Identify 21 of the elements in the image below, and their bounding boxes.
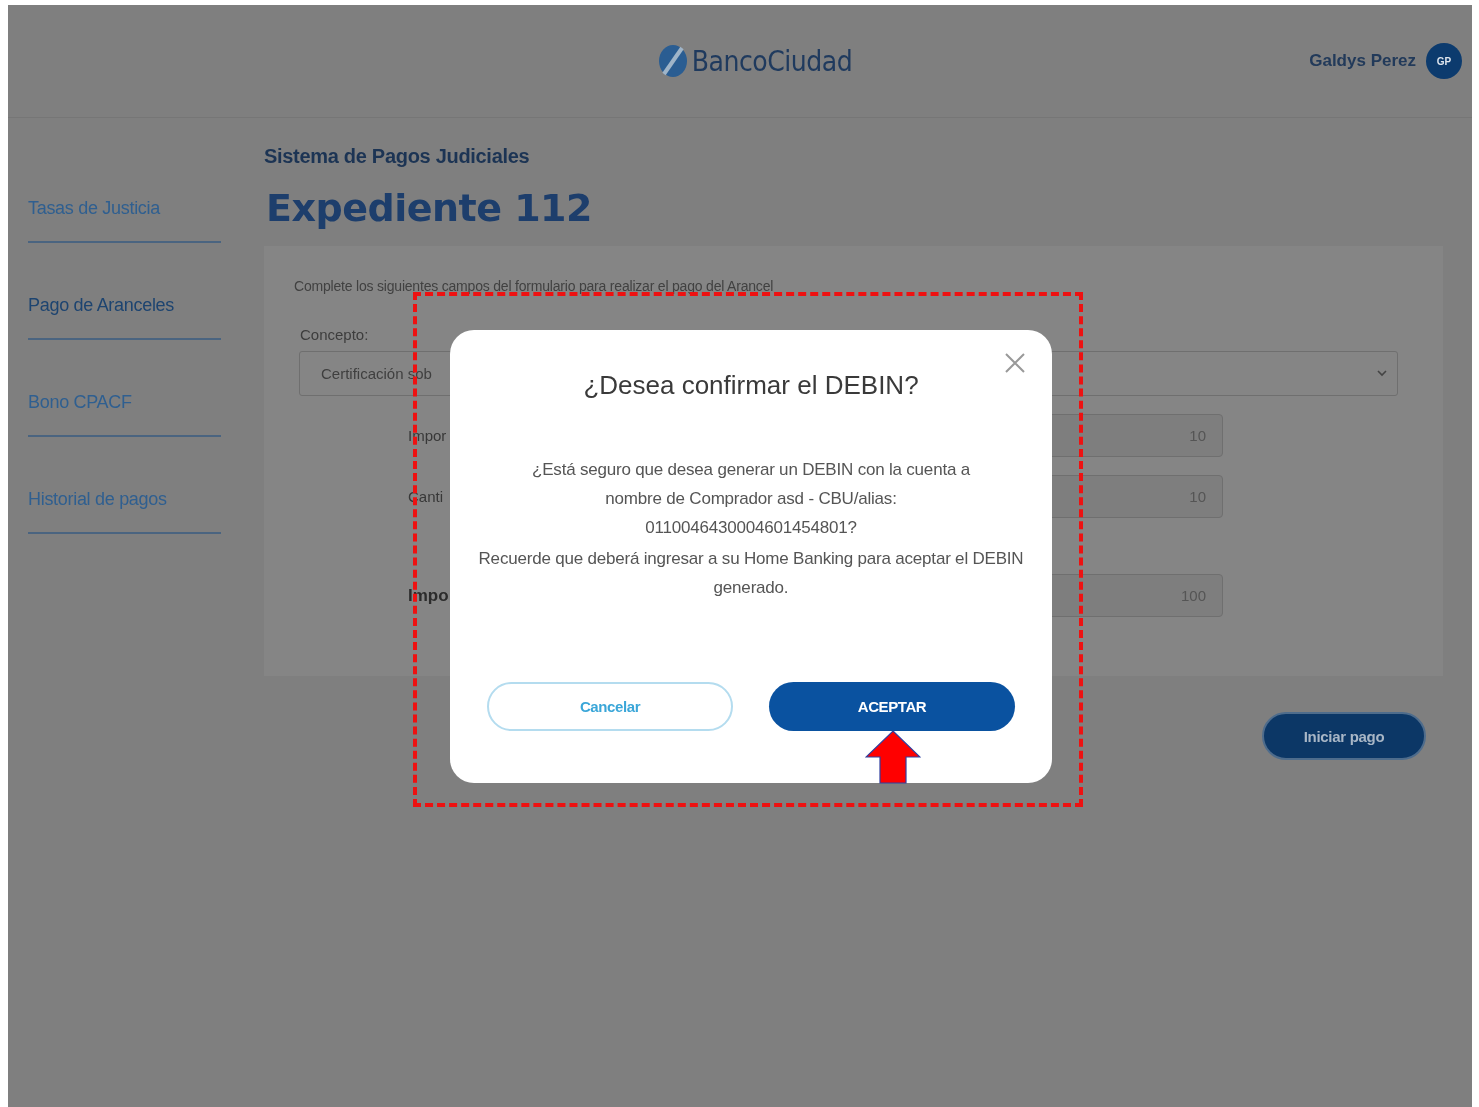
logo-text: BancoCiudad <box>691 44 853 78</box>
form-instruction: Complete los siguientes campos del formulario para realizar el pago del Arancel <box>294 278 775 294</box>
user-name: Galdys Perez <box>1309 51 1416 71</box>
accept-button[interactable]: ACEPTAR <box>769 682 1015 731</box>
sidebar-link[interactable]: Pago de Aranceles <box>28 295 221 340</box>
sidebar-link[interactable]: Bono CPACF <box>28 392 221 437</box>
start-payment-button[interactable]: Iniciar pago <box>1262 712 1426 760</box>
user-avatar[interactable]: GP <box>1426 43 1462 79</box>
logo-icon <box>657 44 688 78</box>
modal-title: ¿Desea confirmar el DEBIN? <box>583 370 919 401</box>
modal-message: ¿Está seguro que desea generar un DEBIN con la cuenta a nombre de Comprador asd - CBU/alias: 0110046430004601454801? <box>531 459 972 539</box>
field-label: Concepto: <box>300 326 370 343</box>
sidebar-link[interactable]: Historial de pagos <box>28 489 221 534</box>
arrow-up-icon <box>865 730 921 784</box>
sidebar-link[interactable]: Tasas de Justicia <box>28 198 221 243</box>
cancel-button[interactable]: Cancelar <box>487 682 733 731</box>
close-icon[interactable] <box>1004 352 1026 374</box>
page-title: Expediente 112 <box>266 186 593 230</box>
chevron-down-icon <box>1377 370 1387 377</box>
modal-note: Recuerde que deberá ingresar a su Home Banking para aceptar el DEBIN generado. <box>477 548 1025 599</box>
breadcrumb-title: Sistema de Pagos Judiciales <box>264 145 531 168</box>
